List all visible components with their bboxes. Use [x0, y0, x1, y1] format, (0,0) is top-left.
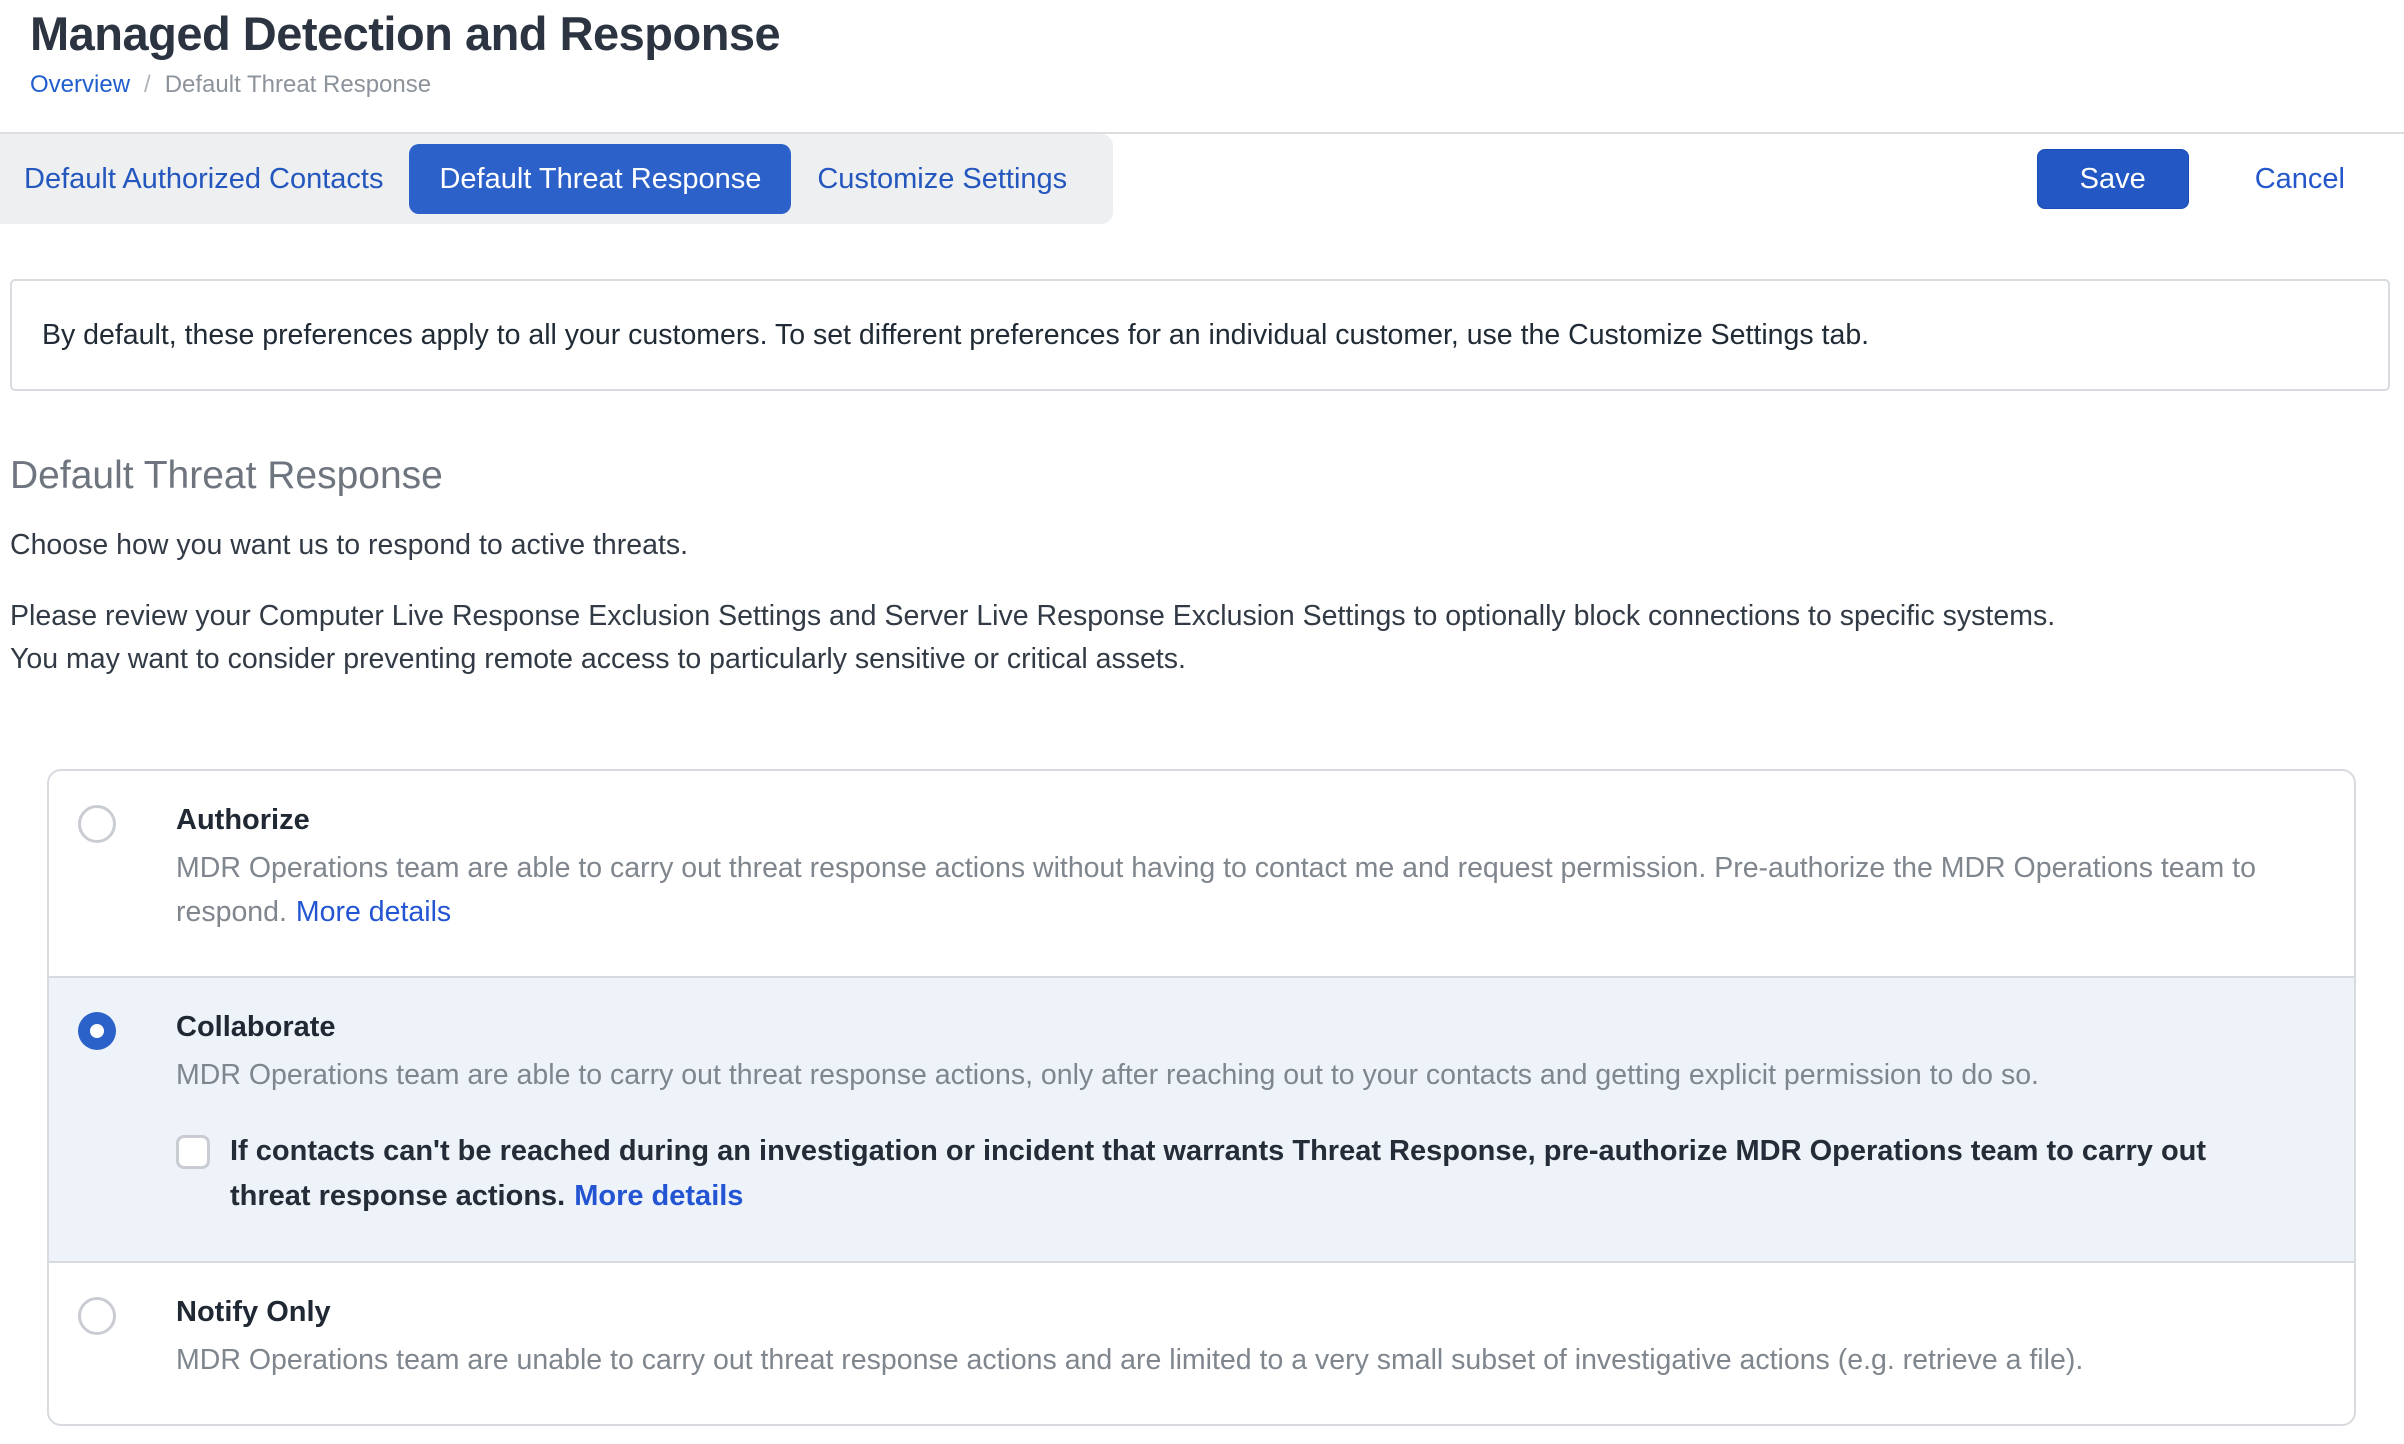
tab-row: Default Authorized Contacts Default Thre… — [0, 134, 2404, 224]
tab-default-threat-response[interactable]: Default Threat Response — [409, 144, 791, 214]
breadcrumb: Overview / Default Threat Response — [30, 71, 2404, 99]
notify-only-description: MDR Operations team are unable to carry … — [176, 1338, 2286, 1382]
page-header: Managed Detection and Response Overview … — [0, 0, 2404, 99]
section-intro: Choose how you want us to respond to act… — [10, 525, 2394, 565]
section-review-note: Please review your Computer Live Respons… — [10, 595, 2394, 681]
notify-only-radio[interactable] — [78, 1297, 116, 1335]
preauthorize-checkbox-label: If contacts can't be reached during an i… — [230, 1129, 2286, 1219]
notice-banner: By default, these preferences apply to a… — [10, 279, 2390, 391]
breadcrumb-current: Default Threat Response — [165, 71, 431, 99]
tab-bar: Default Authorized Contacts Default Thre… — [0, 134, 1113, 224]
preauthorize-checkbox[interactable] — [176, 1135, 210, 1169]
collaborate-description: MDR Operations team are able to carry ou… — [176, 1053, 2286, 1097]
option-authorize: Authorize MDR Operations team are able t… — [49, 771, 2354, 976]
page-title: Managed Detection and Response — [30, 6, 2404, 62]
authorize-label: Authorize — [176, 801, 2294, 839]
breadcrumb-link-overview[interactable]: Overview — [30, 71, 130, 99]
option-collaborate: Collaborate MDR Operations team are able… — [49, 976, 2354, 1263]
authorize-description: MDR Operations team are able to carry ou… — [176, 846, 2286, 934]
collaborate-label: Collaborate — [176, 1008, 2294, 1046]
review-note-line2: You may want to consider preventing remo… — [10, 643, 1186, 675]
notify-only-label: Notify Only — [176, 1293, 2294, 1331]
authorize-radio[interactable] — [78, 805, 116, 843]
main-content: Default Threat Response Choose how you w… — [0, 453, 2404, 1426]
breadcrumb-separator: / — [144, 71, 151, 99]
collaborate-radio[interactable] — [78, 1012, 116, 1050]
section-heading: Default Threat Response — [10, 453, 2394, 499]
tab-default-authorized-contacts[interactable]: Default Authorized Contacts — [0, 144, 407, 214]
header-actions: Save Cancel — [2037, 149, 2345, 209]
tab-customize-settings[interactable]: Customize Settings — [793, 144, 1091, 214]
collaborate-more-details-link[interactable]: More details — [574, 1180, 743, 1212]
authorize-more-details-link[interactable]: More details — [296, 896, 451, 928]
review-note-line1: Please review your Computer Live Respons… — [10, 600, 2055, 632]
option-notify-only: Notify Only MDR Operations team are unab… — [49, 1263, 2354, 1424]
cancel-button[interactable]: Cancel — [2255, 163, 2345, 196]
threat-response-options-card: Authorize MDR Operations team are able t… — [47, 769, 2356, 1426]
save-button[interactable]: Save — [2037, 149, 2189, 209]
collaborate-preauthorize-row: If contacts can't be reached during an i… — [176, 1129, 2286, 1219]
